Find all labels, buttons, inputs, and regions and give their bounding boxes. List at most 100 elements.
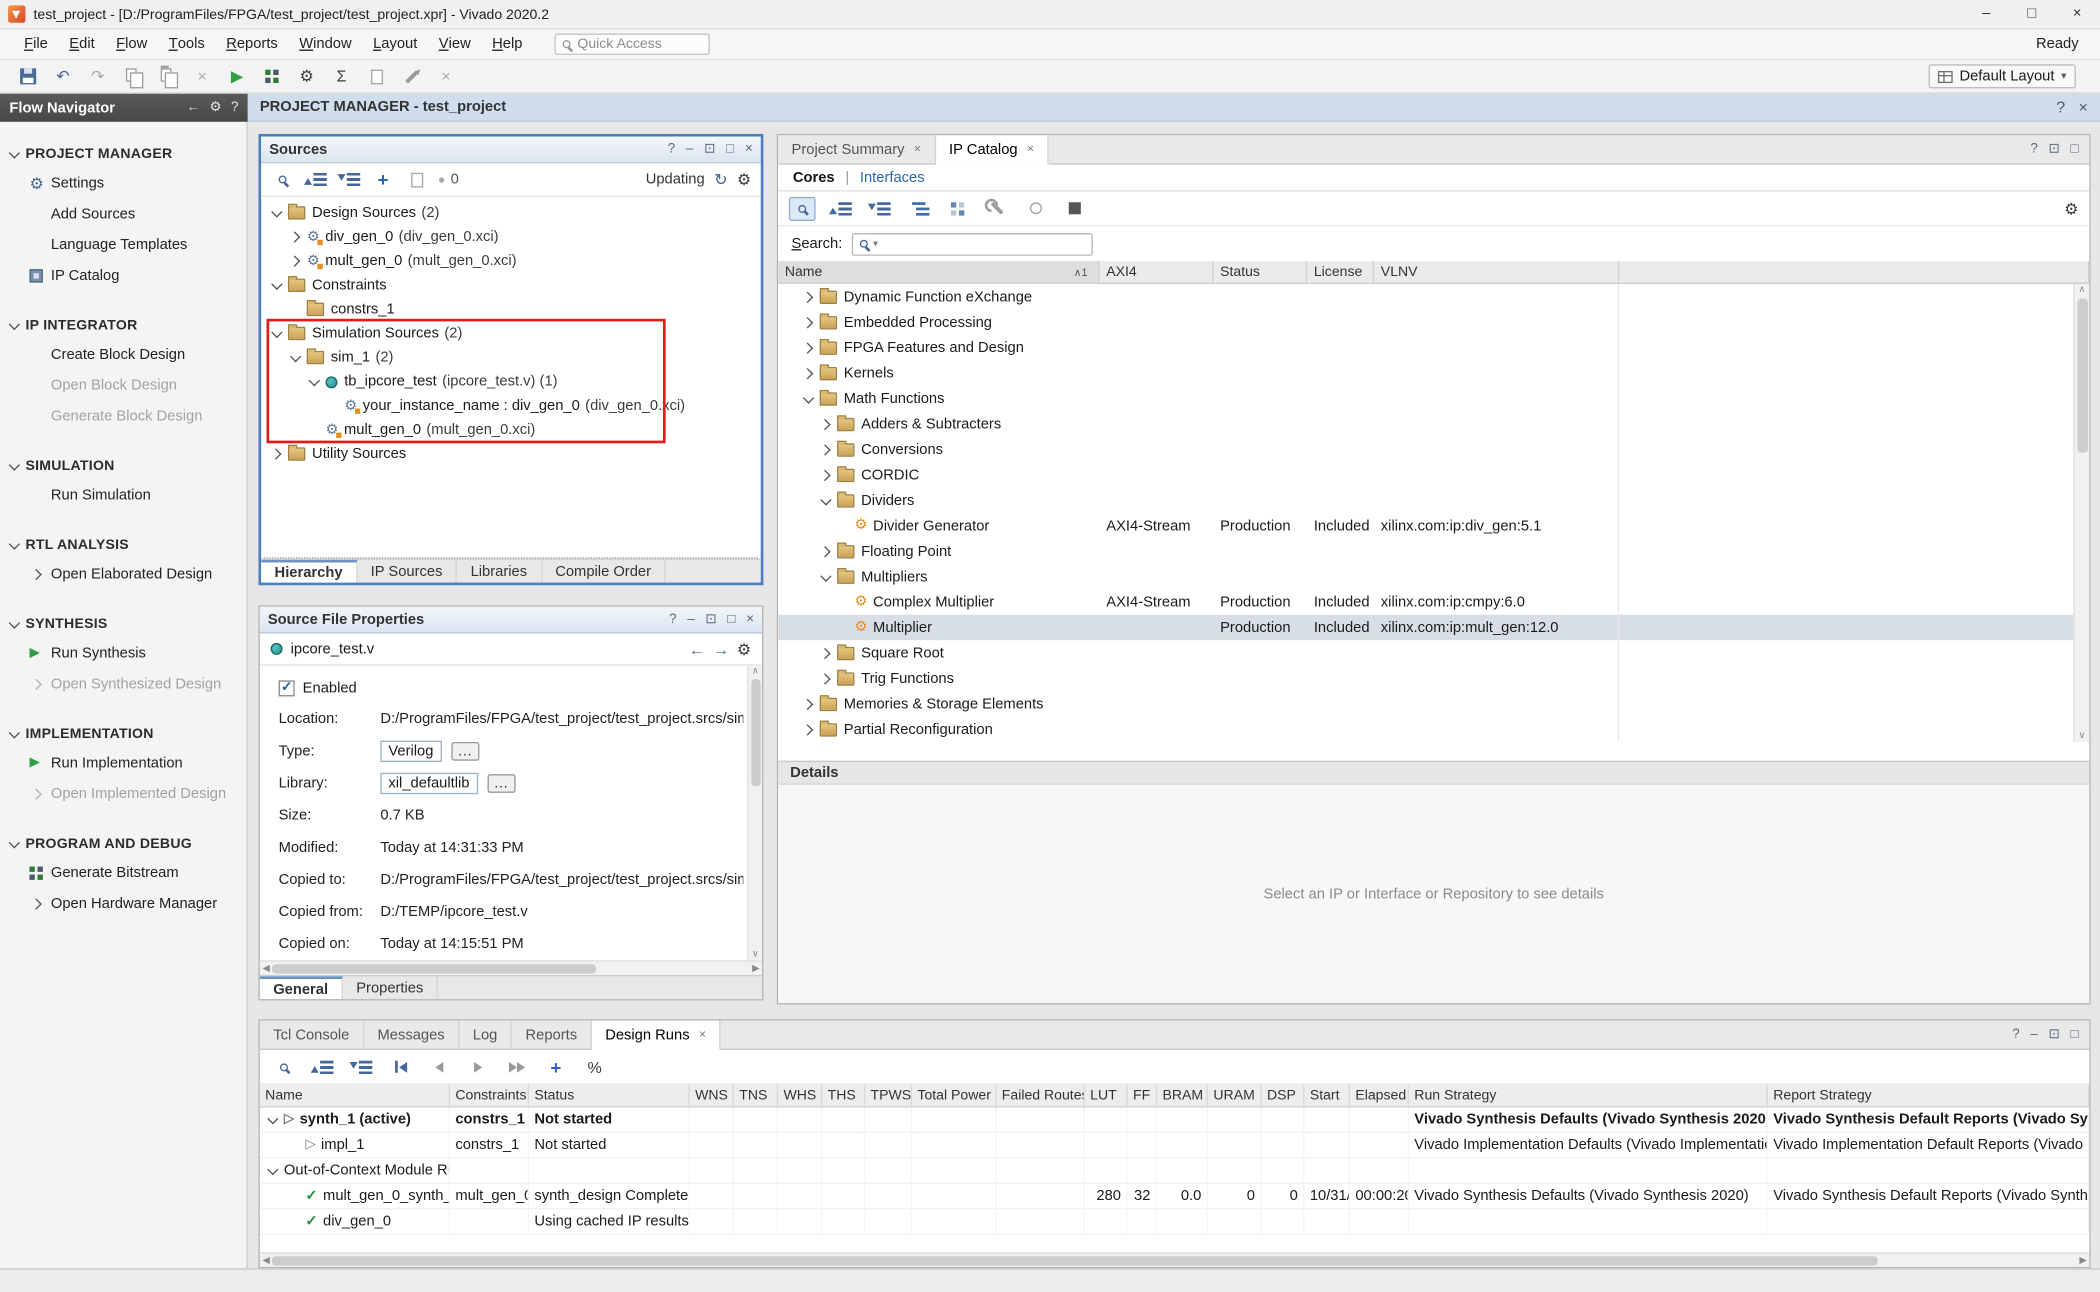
float-icon[interactable]	[705, 613, 716, 626]
scroll-up-icon[interactable]	[2078, 285, 2085, 294]
scroll-right-icon[interactable]	[752, 964, 759, 973]
nav-run-simulation[interactable]: Run Simulation	[0, 479, 246, 510]
open-file-button[interactable]	[404, 167, 428, 191]
tree-item-constrs-1[interactable]: constrs_1	[261, 297, 761, 321]
chevron-right-icon[interactable]	[819, 418, 830, 429]
minimize-icon[interactable]	[686, 143, 693, 156]
copy-button[interactable]	[118, 63, 147, 90]
nav-open-elaborated-design[interactable]: Open Elaborated Design	[0, 558, 246, 589]
percentage-toggle-button[interactable]	[581, 1055, 608, 1079]
tab-tcl-console[interactable]: Tcl Console	[260, 1021, 364, 1049]
column-header-bram[interactable]: BRAM	[1157, 1085, 1208, 1106]
tree-item-utility-sources[interactable]: Utility Sources	[261, 442, 761, 466]
chevron-right-icon[interactable]	[270, 448, 281, 459]
search-button[interactable]	[271, 1055, 298, 1079]
tab-messages[interactable]: Messages	[364, 1021, 459, 1049]
menu-reports[interactable]: Reports	[215, 29, 288, 58]
nav-generate-block-design[interactable]: Generate Block Design	[0, 400, 246, 431]
tab-hierarchy[interactable]: Hierarchy	[261, 560, 357, 583]
menu-help[interactable]: Help	[481, 29, 533, 58]
minimize-button[interactable]	[1963, 0, 2009, 28]
ellipsis-button[interactable]: …	[487, 774, 515, 793]
nav-settings[interactable]: Settings	[0, 167, 246, 198]
menu-tools[interactable]: Tools	[158, 29, 215, 58]
menu-edit[interactable]: Edit	[59, 29, 106, 58]
column-header-start[interactable]: Start	[1304, 1085, 1350, 1106]
tab-close-icon[interactable]	[699, 1029, 706, 1041]
catalog-row-multiplier[interactable]: MultiplierProductionIncludedxilinx.com:i…	[778, 615, 2089, 640]
scroll-right-icon[interactable]	[2079, 1256, 2086, 1265]
menu-file[interactable]: File	[13, 29, 58, 58]
run-row-synth-1-active[interactable]: synth_1 (active)constrs_1Not startedViva…	[260, 1108, 2089, 1133]
chevron-down-icon[interactable]	[9, 318, 20, 329]
tree-item-div-gen-0[interactable]: div_gen_0(div_gen_0.xci)	[261, 225, 761, 249]
menu-view[interactable]: View	[428, 29, 481, 58]
chevron-right-icon[interactable]	[819, 545, 830, 556]
chevron-right-icon[interactable]	[802, 316, 813, 327]
chevron-right-icon[interactable]	[819, 444, 830, 455]
forward-icon[interactable]	[713, 641, 729, 657]
chevron-down-icon[interactable]	[803, 392, 814, 403]
create-runs-button[interactable]	[542, 1055, 569, 1079]
collapse-all-button[interactable]	[304, 167, 328, 191]
column-header-license[interactable]: License	[1307, 261, 1374, 282]
float-icon[interactable]	[2049, 143, 2060, 156]
search-button[interactable]	[271, 167, 295, 191]
column-header-dsp[interactable]: DSP	[1262, 1085, 1305, 1106]
nav-ip-catalog[interactable]: IP Catalog	[0, 260, 246, 291]
tab-general[interactable]: General	[260, 976, 343, 999]
layout-selector[interactable]: Default Layout	[1929, 64, 2076, 88]
column-header-lut[interactable]: LUT	[1085, 1085, 1128, 1106]
nav-open-implemented-design[interactable]: Open Implemented Design	[0, 778, 246, 809]
column-header-status[interactable]: Status	[529, 1085, 690, 1106]
tree-item-sim-1[interactable]: sim_1(2)	[261, 346, 761, 370]
chevron-right-icon[interactable]	[30, 788, 41, 799]
column-header-run-strategy[interactable]: Run Strategy	[1409, 1085, 1768, 1106]
close-icon[interactable]	[2079, 99, 2088, 115]
column-header-name[interactable]: Name∧1	[778, 261, 1099, 282]
column-header-vlnv[interactable]: VLNV	[1374, 261, 1619, 282]
restart-runs-button[interactable]	[387, 1055, 414, 1079]
ellipsis-button[interactable]: …	[451, 742, 479, 761]
settings-button[interactable]	[292, 63, 321, 90]
chevron-down-icon[interactable]	[290, 351, 301, 362]
undo-button[interactable]	[48, 63, 77, 90]
section-header-implementation[interactable]: IMPLEMENTATION	[0, 719, 246, 747]
expand-all-button[interactable]	[867, 196, 894, 220]
maximize-icon[interactable]	[726, 143, 734, 156]
tab-properties[interactable]: Properties	[343, 976, 438, 999]
nav-open-hardware-manager[interactable]: Open Hardware Manager	[0, 888, 246, 919]
chevron-right-icon[interactable]	[819, 647, 830, 658]
catalog-row-multipliers[interactable]: Multipliers	[778, 564, 2089, 589]
run-row-impl-1[interactable]: impl_1constrs_1Not startedVivado Impleme…	[260, 1133, 2089, 1158]
catalog-row-embedded-processing[interactable]: Embedded Processing	[778, 309, 2089, 334]
refresh-icon[interactable]	[714, 171, 727, 187]
catalog-row-floating-point[interactable]: Floating Point	[778, 538, 2089, 563]
paste-button[interactable]	[153, 63, 182, 90]
filter-compatible-button[interactable]	[944, 196, 971, 220]
tab-close-icon[interactable]	[914, 143, 921, 155]
column-header-total-power[interactable]: Total Power	[912, 1085, 996, 1106]
nav-open-block-design[interactable]: Open Block Design	[0, 370, 246, 401]
catalog-row-adders-subtracters[interactable]: Adders & Subtracters	[778, 411, 2089, 436]
chevron-right-icon[interactable]	[30, 898, 41, 909]
help-icon[interactable]	[2030, 143, 2037, 156]
section-header-project-manager[interactable]: PROJECT MANAGER	[0, 139, 246, 167]
nav-language-templates[interactable]: Language Templates	[0, 229, 246, 260]
chevron-right-icon[interactable]	[802, 724, 813, 735]
column-header-name[interactable]: Name	[260, 1085, 450, 1106]
sources-panel-header[interactable]: Sources	[261, 137, 761, 164]
catalog-row-square-root[interactable]: Square Root	[778, 640, 2089, 665]
run-row-out-of-context-module-runs[interactable]: Out-of-Context Module Runs	[260, 1158, 2089, 1183]
tab-reports[interactable]: Reports	[512, 1021, 592, 1049]
license-status-button[interactable]	[1022, 196, 1049, 220]
chevron-right-icon[interactable]	[289, 231, 300, 242]
run-row-mult-gen-0-synth-1[interactable]: mult_gen_0_synth_1mult_gen_0synth_design…	[260, 1184, 2089, 1209]
chevron-right-icon[interactable]	[30, 568, 41, 579]
section-header-synthesis[interactable]: SYNTHESIS	[0, 609, 246, 637]
chevron-down-icon[interactable]	[9, 836, 20, 847]
catalog-row-partial-reconfiguration[interactable]: Partial Reconfiguration	[778, 717, 2089, 742]
tab-project-summary[interactable]: Project Summary	[778, 135, 936, 163]
properties-vertical-scrollbar[interactable]	[747, 666, 762, 961]
scroll-down-icon[interactable]	[2078, 731, 2085, 740]
